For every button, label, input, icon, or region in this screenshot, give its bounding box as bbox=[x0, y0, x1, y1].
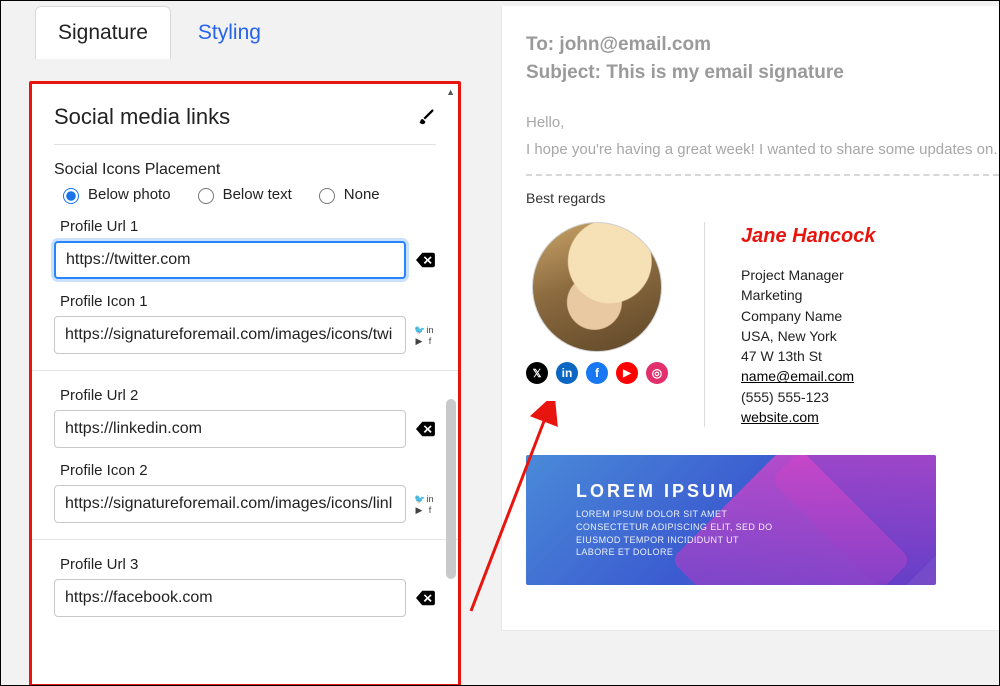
radio-none-label: None bbox=[344, 186, 380, 203]
linkedin-icon[interactable]: in bbox=[556, 362, 578, 384]
style-brush-icon[interactable] bbox=[416, 107, 436, 127]
profile-url-1-label: Profile Url 1 bbox=[60, 218, 436, 235]
clear-icon[interactable] bbox=[414, 250, 436, 270]
profile-url-2-label: Profile Url 2 bbox=[60, 387, 436, 404]
profile-url-1-input[interactable] bbox=[54, 241, 406, 279]
x-icon[interactable]: 𝕏 bbox=[526, 362, 548, 384]
to-label: To: bbox=[526, 34, 554, 55]
placement-label: Social Icons Placement bbox=[54, 161, 436, 179]
profile-url-3-label: Profile Url 3 bbox=[60, 556, 436, 573]
icon-picker-icon[interactable]: 🐦in▶f bbox=[414, 494, 436, 515]
signature-block: 𝕏 in f ▶ ◎ Jane Hancock Project Manager … bbox=[526, 222, 999, 427]
icon-picker-icon[interactable]: 🐦in▶f bbox=[414, 325, 436, 346]
youtube-icon[interactable]: ▶ bbox=[616, 362, 638, 384]
profile-icon-1-input[interactable] bbox=[54, 316, 406, 354]
radio-below-photo-label: Below photo bbox=[88, 186, 171, 203]
body-line: I hope you're having a great week! I wan… bbox=[526, 141, 999, 158]
signature-company: Company Name bbox=[741, 306, 876, 326]
radio-below-photo[interactable]: Below photo bbox=[58, 185, 171, 204]
radio-none-input[interactable] bbox=[319, 188, 335, 204]
divider bbox=[32, 539, 458, 540]
subject-value: This is my email signature bbox=[606, 62, 844, 83]
signature-phone: (555) 555-123 bbox=[741, 387, 876, 407]
signature-role: Project Manager bbox=[741, 265, 876, 285]
radio-below-text-label: Below text bbox=[223, 186, 292, 203]
social-links-panel: ▲ Social media links Social Icons Placem… bbox=[29, 81, 461, 686]
tab-signature[interactable]: Signature bbox=[35, 6, 171, 59]
clear-icon[interactable] bbox=[414, 419, 436, 439]
promo-banner: LOREM IPSUM LOREM IPSUM DOLOR SIT AMET C… bbox=[526, 455, 936, 585]
clear-icon[interactable] bbox=[414, 588, 436, 608]
signature-dept: Marketing bbox=[741, 285, 876, 305]
signature-name: Jane Hancock bbox=[741, 222, 876, 251]
facebook-icon[interactable]: f bbox=[586, 362, 608, 384]
signature-site[interactable]: website.com bbox=[741, 409, 819, 425]
tab-styling[interactable]: Styling bbox=[175, 6, 284, 59]
radio-none[interactable]: None bbox=[314, 185, 380, 204]
radio-below-text-input[interactable] bbox=[198, 188, 214, 204]
social-icons-row: 𝕏 in f ▶ ◎ bbox=[526, 362, 668, 384]
banner-title: LOREM IPSUM bbox=[576, 481, 926, 502]
placement-radios: Below photo Below text None bbox=[58, 185, 436, 204]
profile-url-3-input[interactable] bbox=[54, 579, 406, 617]
subject-label: Subject: bbox=[526, 62, 601, 83]
profile-icon-2-label: Profile Icon 2 bbox=[60, 462, 436, 479]
signature-loc: USA, New York bbox=[741, 326, 876, 346]
radio-below-photo-input[interactable] bbox=[63, 188, 79, 204]
regards: Best regards bbox=[526, 190, 999, 206]
profile-icon-2-input[interactable] bbox=[54, 485, 406, 523]
section-title: Social media links bbox=[54, 104, 230, 130]
profile-url-2-input[interactable] bbox=[54, 410, 406, 448]
instagram-icon[interactable]: ◎ bbox=[646, 362, 668, 384]
email-preview: To: john@email.com Subject: This is my e… bbox=[501, 6, 999, 631]
banner-sub: LOREM IPSUM DOLOR SIT AMET CONSECTETUR A… bbox=[576, 508, 776, 558]
to-value: john@email.com bbox=[559, 34, 711, 55]
signature-street: 47 W 13th St bbox=[741, 346, 876, 366]
signature-divider bbox=[704, 222, 705, 427]
radio-below-text[interactable]: Below text bbox=[193, 185, 292, 204]
profile-icon-1-label: Profile Icon 1 bbox=[60, 293, 436, 310]
divider bbox=[32, 370, 458, 371]
dashed-divider bbox=[526, 174, 999, 176]
avatar bbox=[532, 222, 662, 352]
tabs: Signature Styling bbox=[35, 6, 455, 59]
signature-email[interactable]: name@email.com bbox=[741, 368, 854, 384]
scrollbar-thumb[interactable] bbox=[446, 399, 456, 579]
greeting: Hello, bbox=[526, 114, 999, 131]
